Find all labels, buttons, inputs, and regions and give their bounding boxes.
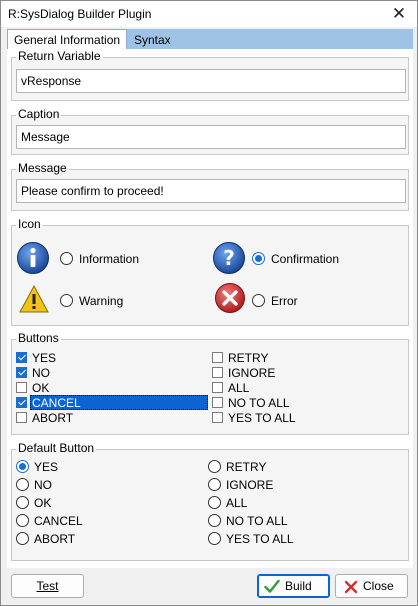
icon-information-label: Information (79, 252, 140, 266)
icon-warning-radio[interactable] (60, 294, 73, 307)
default-radio-ok-label: OK (34, 496, 52, 510)
default-button-group-label: Default Button (16, 441, 97, 455)
tab-strip: General Information Syntax (7, 29, 413, 49)
checkbox-retry[interactable] (212, 352, 223, 363)
checkbox-no-label: NO (32, 366, 50, 380)
buttons-group-label: Buttons (16, 331, 61, 345)
test-button-label: Test (36, 579, 59, 593)
checkbox-yes-to-all[interactable] (212, 412, 223, 423)
default-radio-no-to-all-label: NO TO ALL (226, 514, 288, 528)
checkbox-no[interactable] (16, 367, 27, 378)
close-window-icon[interactable]: ✕ (389, 4, 409, 24)
icon-confirmation-label: Confirmation (271, 252, 340, 266)
general-information-panel: Return Variable vResponse Caption Messag… (7, 49, 413, 568)
error-icon (215, 283, 245, 313)
caption-group: Caption Message (11, 107, 409, 155)
icon-group-label: Icon (16, 217, 43, 231)
return-variable-input[interactable]: vResponse (16, 69, 406, 93)
red-x-icon (344, 580, 358, 594)
default-button-group: Default Button YES NO OK CANCEL ABORT RE… (11, 441, 409, 561)
checkbox-yes-to-all-label: YES TO ALL (228, 411, 296, 425)
checkbox-all[interactable] (212, 382, 223, 393)
tab-syntax[interactable]: Syntax (128, 30, 177, 49)
icon-error-label: Error (271, 294, 298, 308)
buttons-group: Buttons YES NO OK CANCEL ABORT RETRY IGN… (11, 331, 409, 435)
window-title: R:SysDialog Builder Plugin (8, 7, 152, 21)
checkbox-no-to-all[interactable] (212, 397, 223, 408)
default-radio-no-to-all[interactable] (208, 514, 221, 527)
test-button[interactable]: Test (11, 574, 84, 598)
checkbox-ignore-label: IGNORE (228, 366, 276, 380)
icon-confirmation-radio[interactable] (252, 252, 265, 265)
icon-warning-label: Warning (79, 294, 124, 308)
checkbox-yes[interactable] (16, 352, 27, 363)
default-radio-abort[interactable] (16, 532, 29, 545)
icon-group: Icon Information ? Confirmation Warning … (11, 217, 409, 326)
default-radio-all[interactable] (208, 496, 221, 509)
close-button[interactable]: Close (335, 574, 408, 598)
default-radio-ignore-label: IGNORE (226, 478, 274, 492)
build-button[interactable]: Build (257, 574, 330, 598)
checkbox-abort-label: ABORT (32, 411, 74, 425)
caption-label: Caption (16, 107, 62, 121)
checkmark-icon (264, 579, 280, 593)
default-radio-yes-to-all[interactable] (208, 532, 221, 545)
caption-input[interactable]: Message (16, 125, 406, 149)
build-button-label: Build (285, 579, 312, 593)
dialog-footer: Test Build Close (1, 568, 417, 605)
message-input[interactable]: Please confirm to proceed! (16, 179, 406, 203)
svg-text:?: ? (223, 246, 235, 270)
checkbox-ok[interactable] (16, 382, 27, 393)
checkbox-ok-label: OK (32, 381, 50, 395)
default-radio-retry[interactable] (208, 460, 221, 473)
default-radio-yes-label: YES (34, 460, 59, 474)
message-label: Message (16, 161, 69, 175)
checkbox-all-label: ALL (228, 381, 250, 395)
checkbox-cancel-label: CANCEL (32, 396, 81, 410)
return-variable-group: Return Variable vResponse (11, 49, 409, 101)
default-radio-all-label: ALL (226, 496, 248, 510)
icon-error-radio[interactable] (252, 294, 265, 307)
dialog-window: R:SysDialog Builder Plugin ✕ General Inf… (0, 0, 418, 606)
checkbox-retry-label: RETRY (228, 351, 269, 365)
icon-information-radio[interactable] (60, 252, 73, 265)
question-icon: ? (213, 242, 245, 274)
default-radio-retry-label: RETRY (226, 460, 267, 474)
default-radio-no[interactable] (16, 478, 29, 491)
default-radio-ignore[interactable] (208, 478, 221, 491)
checkbox-no-to-all-label: NO TO ALL (228, 396, 290, 410)
tab-general-information[interactable]: General Information (7, 29, 128, 49)
default-radio-cancel[interactable] (16, 514, 29, 527)
default-radio-no-label: NO (34, 478, 52, 492)
checkbox-ignore[interactable] (212, 367, 223, 378)
checkbox-abort[interactable] (16, 412, 27, 423)
information-icon (17, 242, 49, 274)
default-radio-yes-to-all-label: YES TO ALL (226, 532, 294, 546)
default-radio-ok[interactable] (16, 496, 29, 509)
message-group: Message Please confirm to proceed! (11, 161, 409, 211)
checkbox-cancel[interactable] (16, 397, 27, 408)
default-radio-abort-label: ABORT (34, 532, 76, 546)
close-button-label: Close (363, 579, 394, 593)
warning-icon (19, 284, 49, 313)
default-radio-yes[interactable] (16, 460, 29, 473)
checkbox-yes-label: YES (32, 351, 57, 365)
default-radio-cancel-label: CANCEL (34, 514, 83, 528)
title-bar: R:SysDialog Builder Plugin ✕ (1, 1, 417, 27)
return-variable-label: Return Variable (16, 49, 103, 63)
